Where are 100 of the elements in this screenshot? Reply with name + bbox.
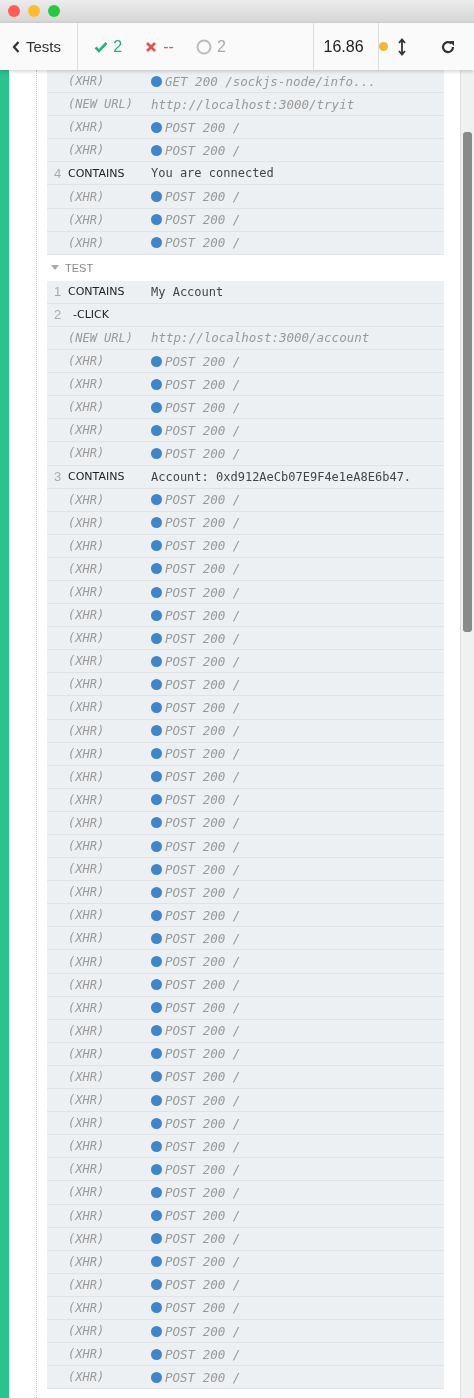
- command-row[interactable]: (XHR) POST 200 /: [47, 927, 444, 951]
- command-message: POST 200 /: [165, 1138, 241, 1154]
- command-row[interactable]: (XHR) POST 200 /: [47, 950, 444, 974]
- command-message: POST 200 /: [165, 119, 241, 135]
- command-row[interactable]: (XHR) POST 200 /: [47, 1158, 444, 1182]
- command-row[interactable]: (XHR) POST 200 /: [47, 1319, 444, 1344]
- command-row[interactable]: (XHR) POST 200 /: [47, 673, 444, 697]
- command-row[interactable]: 3 CONTAINS Account: 0xd912AeCb07E9F4e1eA8E6b47.: [47, 465, 444, 489]
- request-dot-icon: [151, 1071, 162, 1083]
- command-row[interactable]: (XHR) POST 200 /: [47, 1343, 444, 1367]
- command-row[interactable]: (XHR) POST 200 /: [47, 1273, 444, 1297]
- request-dot-icon: [151, 979, 162, 991]
- resize-arrows-icon[interactable]: [398, 37, 406, 56]
- command-message: POST 200 /: [165, 492, 241, 508]
- command-message: POST 200 /: [165, 861, 241, 877]
- command-row[interactable]: (XHR) POST 200 /: [47, 604, 444, 628]
- command-row[interactable]: (XHR) POST 200 /: [47, 488, 444, 512]
- event-name: (XHR): [68, 839, 106, 854]
- command-row[interactable]: (XHR) POST 200 /: [47, 1042, 444, 1066]
- event-name: (XHR): [68, 189, 106, 204]
- scrollbar-thumb[interactable]: [463, 132, 472, 632]
- event-name: (NEW URL): [68, 331, 135, 345]
- event-name: (XHR): [68, 1162, 106, 1177]
- command-row[interactable]: (XHR) POST 200 /: [47, 811, 444, 835]
- command-row[interactable]: (XHR) POST 200 /: [47, 185, 444, 209]
- command-row[interactable]: (XHR) POST 200 /: [47, 1250, 444, 1274]
- event-name: (XHR): [68, 354, 106, 369]
- command-row[interactable]: (XHR) POST 200 /: [47, 742, 444, 766]
- command-message: POST 200 /: [165, 212, 241, 228]
- command-row[interactable]: (XHR) POST 200 /: [47, 1089, 444, 1113]
- event-name: (XHR): [68, 723, 106, 738]
- command-row[interactable]: 1 CONTAINS My Account: [47, 280, 444, 304]
- command-row[interactable]: (XHR) POST 200 /: [47, 373, 444, 397]
- event-name: (XHR): [68, 931, 106, 946]
- command-row[interactable]: (XHR) POST 200 /: [47, 696, 444, 720]
- command-row[interactable]: (NEW URL) http://localhost:3000/tryit: [47, 93, 444, 117]
- command-row[interactable]: (XHR) POST 200 /: [47, 881, 444, 905]
- command-row[interactable]: (XHR) POST 200 /: [47, 1065, 444, 1090]
- event-name: (XHR): [68, 74, 106, 89]
- command-message: GET 200 /sockjs-node/info...: [165, 73, 376, 89]
- command-row[interactable]: (XHR) POST 200 /: [47, 534, 444, 558]
- command-message: My Account: [151, 284, 224, 299]
- command-row[interactable]: (XHR) POST 200 /: [47, 139, 444, 163]
- command-row[interactable]: (XHR) POST 200 /: [47, 1112, 444, 1136]
- request-dot-icon: [151, 771, 162, 783]
- command-row[interactable]: (XHR) POST 200 /: [47, 511, 444, 535]
- command-row[interactable]: (XHR) POST 200 /: [47, 788, 444, 812]
- command-row[interactable]: (XHR) POST 200 /: [47, 835, 444, 859]
- command-row[interactable]: (XHR) POST 200 /: [47, 1019, 444, 1043]
- command-row[interactable]: (XHR) POST 200 /: [47, 996, 444, 1020]
- test-header[interactable]: TEST: [47, 254, 444, 281]
- command-message: POST 200 /: [165, 630, 241, 646]
- line-number: 2: [52, 307, 63, 323]
- command-row[interactable]: (XHR) POST 200 /: [47, 396, 444, 420]
- reload-icon[interactable]: [440, 38, 456, 55]
- command-row[interactable]: (NEW URL) http://localhost:3000/account: [47, 326, 444, 351]
- minimize-window-icon[interactable]: [28, 5, 40, 17]
- command-row[interactable]: (XHR) POST 200 /: [47, 557, 444, 581]
- command-row[interactable]: (XHR) POST 200 /: [47, 231, 444, 255]
- request-dot-icon: [151, 1302, 162, 1314]
- command-row[interactable]: (XHR) POST 200 /: [47, 858, 444, 882]
- command-row[interactable]: (XHR) POST 200 /: [47, 904, 444, 928]
- command-row[interactable]: (XHR) POST 200 /: [47, 419, 444, 443]
- command-row[interactable]: (XHR) GET 200 /sockjs-node/info...: [47, 70, 444, 94]
- zoom-window-icon[interactable]: [48, 5, 60, 17]
- command-message: POST 200 /: [165, 1369, 241, 1385]
- command-row[interactable]: (XHR) POST 200 /: [47, 442, 444, 466]
- command-row[interactable]: (XHR) POST 200 /: [47, 208, 444, 232]
- command-row[interactable]: (XHR) POST 200 /: [47, 1227, 444, 1251]
- request-dot-icon: [151, 378, 162, 390]
- command-row[interactable]: (XHR) POST 200 /: [47, 1366, 444, 1390]
- command-row[interactable]: 2 -CLICK: [47, 303, 444, 327]
- command-name: -CLICK: [72, 308, 110, 322]
- command-row[interactable]: (XHR) POST 200 /: [47, 973, 444, 997]
- command-row[interactable]: (XHR) POST 200 /: [47, 627, 444, 651]
- command-row[interactable]: (XHR) POST 200 /: [47, 765, 444, 789]
- command-message: POST 200 /: [165, 189, 241, 204]
- command-message: POST 200 /: [165, 235, 241, 251]
- command-row[interactable]: (XHR) POST 200 /: [47, 1135, 444, 1159]
- scrollbar[interactable]: [460, 70, 474, 1398]
- command-row[interactable]: (XHR) POST 200 /: [47, 1181, 444, 1205]
- command-row[interactable]: (XHR) POST 200 /: [47, 116, 444, 140]
- command-row[interactable]: (XHR) POST 200 /: [47, 650, 444, 674]
- command-row[interactable]: (XHR) POST 200 /: [47, 1204, 444, 1228]
- command-row[interactable]: (XHR) POST 200 /: [47, 1296, 444, 1320]
- command-row[interactable]: (XHR) POST 200 /: [47, 719, 444, 743]
- command-message: POST 200 /: [165, 1300, 241, 1316]
- command-row[interactable]: (XHR) POST 200 /: [47, 350, 444, 374]
- event-name: (XHR): [68, 143, 106, 158]
- event-name: (XHR): [68, 769, 106, 784]
- command-row[interactable]: 4 CONTAINS You are connected: [47, 162, 444, 186]
- chevron-left-icon: [12, 40, 20, 53]
- command-message: POST 200 /: [165, 445, 241, 461]
- event-name: (XHR): [68, 377, 106, 392]
- event-name: (XHR): [68, 515, 106, 530]
- command-row[interactable]: (XHR) POST 200 /: [47, 580, 444, 605]
- event-name: (XHR): [68, 746, 106, 761]
- event-name: (XHR): [68, 1208, 106, 1223]
- event-name: (XHR): [68, 1070, 106, 1084]
- close-window-icon[interactable]: [8, 5, 20, 17]
